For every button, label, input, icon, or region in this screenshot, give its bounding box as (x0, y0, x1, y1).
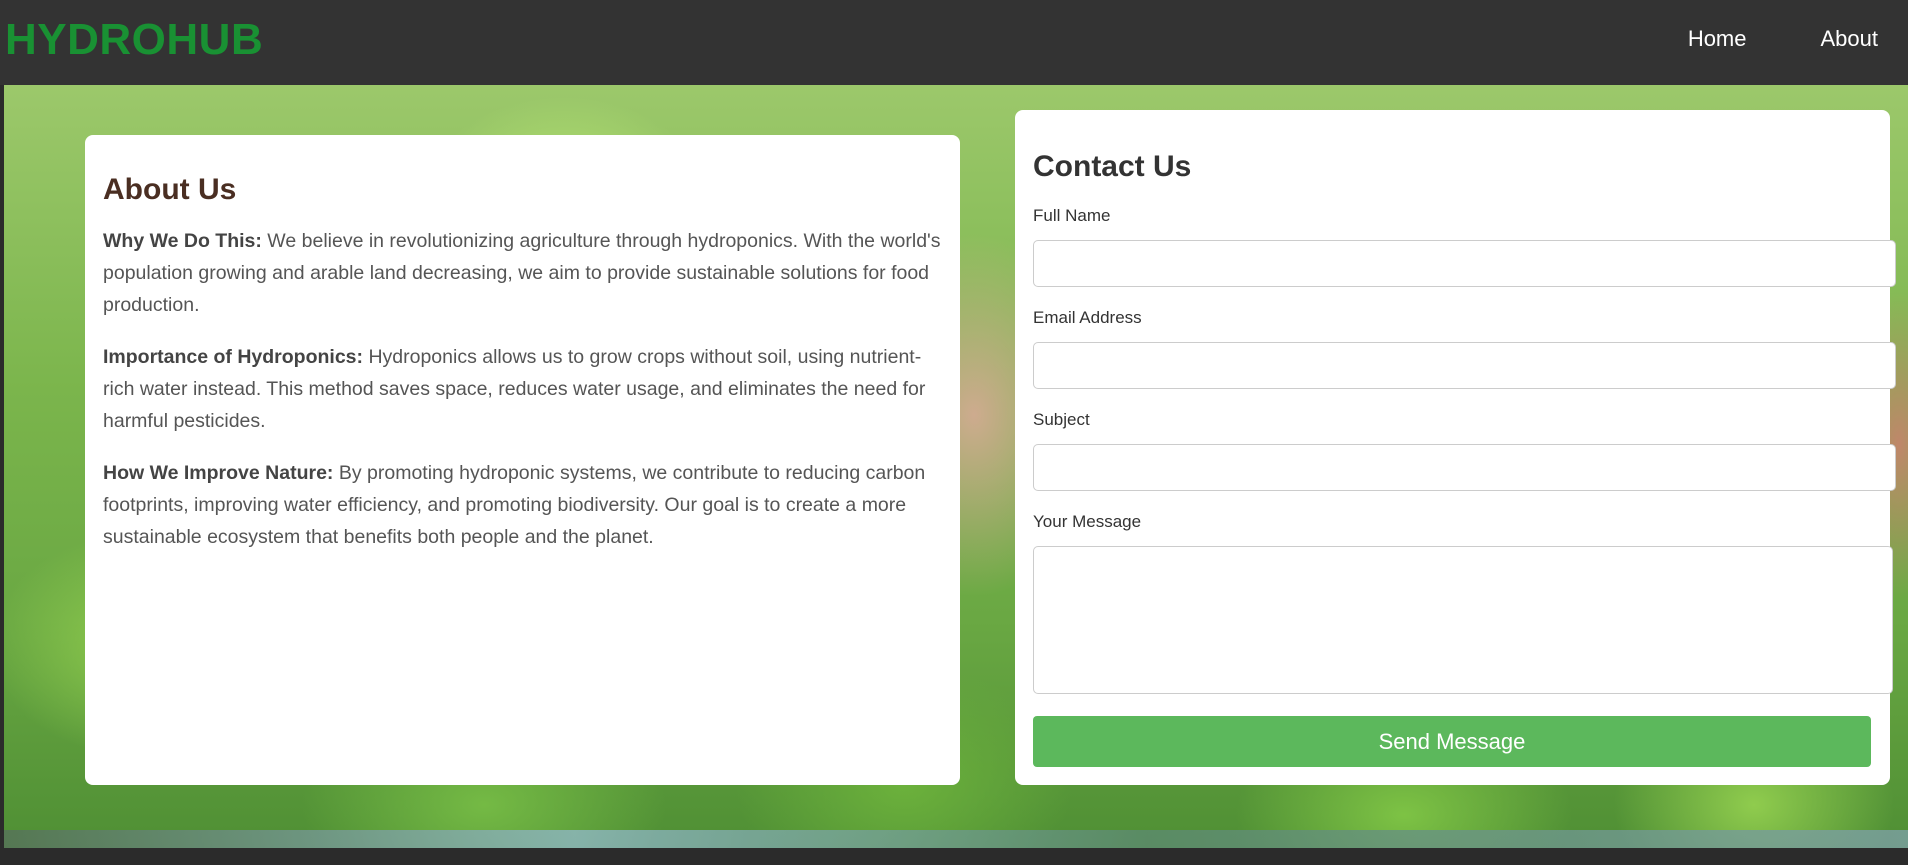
nav-link-about[interactable]: About (1821, 26, 1879, 52)
about-paragraph-improve: How We Improve Nature: By promoting hydr… (103, 457, 942, 553)
subject-input[interactable] (1033, 444, 1896, 491)
about-title: About Us (103, 173, 237, 206)
about-card: About Us Why We Do This: We believe in r… (85, 135, 960, 785)
about-paragraph-importance: Importance of Hydroponics: Hydroponics a… (103, 341, 942, 437)
brand-logo[interactable]: HYDROHUB (5, 15, 263, 65)
send-message-button[interactable]: Send Message (1033, 716, 1871, 767)
message-label: Your Message (1033, 512, 1142, 531)
about-paragraph-label: Why We Do This: (103, 230, 262, 252)
email-label: Email Address (1033, 308, 1142, 327)
email-input[interactable] (1033, 342, 1896, 389)
navbar: HYDROHUB Home About (0, 0, 1908, 85)
contact-card: Contact Us Full Name Email Address Subje… (1015, 110, 1896, 785)
full-name-input[interactable] (1033, 240, 1896, 287)
subject-label: Subject (1033, 410, 1090, 429)
message-textarea[interactable] (1033, 546, 1893, 694)
about-paragraph-label: Importance of Hydroponics: (103, 346, 364, 368)
nav-links: Home About (1688, 26, 1878, 52)
about-paragraph-label: How We Improve Nature: (103, 462, 334, 484)
full-name-label: Full Name (1033, 206, 1111, 225)
nav-link-home[interactable]: Home (1688, 26, 1747, 52)
contact-title: Contact Us (1033, 150, 1192, 183)
about-paragraph-why: Why We Do This: We believe in revolution… (103, 225, 942, 321)
